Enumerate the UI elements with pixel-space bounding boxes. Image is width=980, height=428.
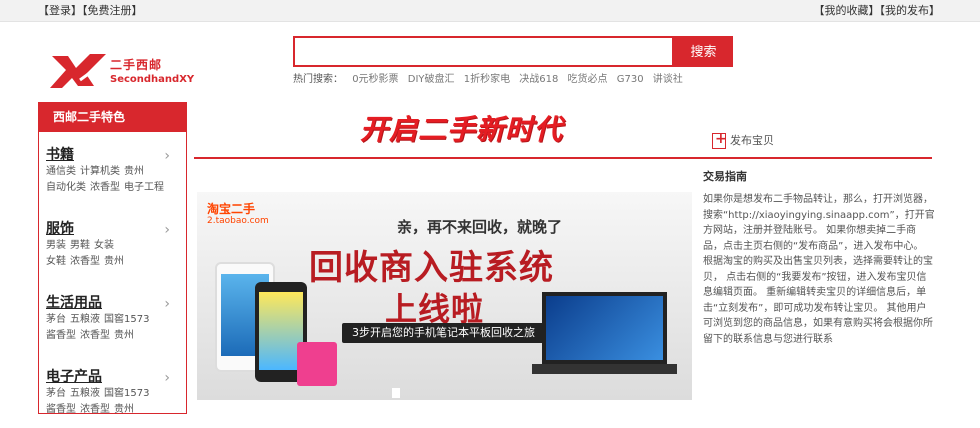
chevron-right-icon[interactable]: › xyxy=(164,370,170,386)
slogan: 开启二手新时代 xyxy=(360,113,564,146)
register-link[interactable]: 【免费注册】 xyxy=(82,4,143,17)
search-button[interactable]: 搜索 xyxy=(674,36,733,67)
category-books[interactable]: 书籍 › 通信类 计算机类 贵州 自动化类 浓香型 电子工程 xyxy=(39,132,186,206)
subcategory-link[interactable]: 浓香型 xyxy=(70,256,100,267)
subcategory-link[interactable]: 女鞋 xyxy=(46,256,66,267)
hot-keyword[interactable]: 讲谈社 xyxy=(653,74,683,85)
category-daily-goods[interactable]: 生活用品 › 茅台 五粮液 国窖1573 酱香型 浓香型 贵州 xyxy=(39,280,186,354)
logo-mark-icon xyxy=(50,54,106,88)
banner-brand: 淘宝二手 xyxy=(207,202,256,216)
subcategory-link[interactable]: 国窖1573 xyxy=(104,388,149,399)
subcategory-link[interactable]: 通信类 xyxy=(46,166,76,177)
category-electronics[interactable]: 电子产品 › 茅台 五粮液 国窖1573 酱香型 浓香型 贵州 xyxy=(39,354,186,428)
subcategory-link[interactable]: 男装 xyxy=(46,240,66,251)
hot-search-label: 热门搜索： xyxy=(293,74,343,85)
subcategory-link[interactable]: 贵州 xyxy=(114,330,134,341)
subcategory-link[interactable]: 自动化类 xyxy=(46,182,86,193)
hot-search: 热门搜索： 0元秒影票 DIY破盘汇 1折秒家电 决战618 吃货必点 G730… xyxy=(293,70,683,85)
subcategory-link[interactable]: 五粮液 xyxy=(70,314,100,325)
subcategory-link[interactable]: 贵州 xyxy=(124,166,144,177)
subcategory-link[interactable]: 电子工程 xyxy=(124,182,164,193)
subcategory-link[interactable]: 酱香型 xyxy=(46,404,76,415)
subcategory-link[interactable]: 酱香型 xyxy=(46,330,76,341)
subcategory-link[interactable]: 计算机类 xyxy=(80,166,120,177)
login-link[interactable]: 【登录】 xyxy=(38,4,82,17)
powerbank-image xyxy=(297,342,337,386)
category-clothing[interactable]: 服饰 › 男装 男鞋 女装 女鞋 浓香型 贵州 xyxy=(39,206,186,280)
banner-headline: 回收商入驻系统 xyxy=(309,248,554,288)
add-document-icon xyxy=(712,131,727,149)
subcategory-link[interactable]: 国窖1573 xyxy=(104,314,149,325)
hot-keyword[interactable]: 0元秒影票 xyxy=(352,74,398,85)
chevron-right-icon[interactable]: › xyxy=(164,148,170,164)
guide-text: 如果你是想发布二手物品转让，那么，打开浏览器，搜索“http://xiaoyin… xyxy=(703,194,935,345)
subcategory-link[interactable]: 浓香型 xyxy=(80,404,110,415)
subcategory-link[interactable]: 茅台 xyxy=(46,314,66,325)
publish-label: 发布宝贝 xyxy=(730,134,774,147)
hot-keyword[interactable]: 决战618 xyxy=(519,74,558,85)
logo-cn-text: 二手西邮 xyxy=(110,58,163,72)
divider xyxy=(194,157,932,159)
publish-button[interactable]: 发布宝贝 xyxy=(712,131,774,149)
carousel-indicator[interactable] xyxy=(392,388,400,398)
site-logo[interactable]: 二手西邮 SecondhandXY xyxy=(50,50,194,94)
logo-en-text: SecondhandXY xyxy=(110,74,195,85)
promo-banner[interactable]: 淘宝二手 2.taobao.com 亲，再不来回收，就晚了 回收商入驻系统 上线… xyxy=(197,192,692,400)
subcategory-link[interactable]: 贵州 xyxy=(114,404,134,415)
hot-keyword[interactable]: DIY破盘汇 xyxy=(408,74,455,85)
my-posts-link[interactable]: 【我的发布】 xyxy=(880,4,941,17)
top-bar: 【登录】【免费注册】 【我的收藏】【我的发布】 xyxy=(0,0,980,22)
laptop-base-image xyxy=(532,364,677,374)
subcategory-link[interactable]: 女装 xyxy=(94,240,114,251)
guide-title: 交易指南 xyxy=(703,170,747,183)
chevron-right-icon[interactable]: › xyxy=(164,296,170,312)
hot-keyword[interactable]: 吃货必点 xyxy=(568,74,608,85)
sidebar-header: 西邮二手特色 xyxy=(39,102,186,132)
subcategory-link[interactable]: 茅台 xyxy=(46,388,66,399)
banner-tagline: 亲，再不来回收，就晚了 xyxy=(397,218,563,236)
category-sidebar: 西邮二手特色 书籍 › 通信类 计算机类 贵州 自动化类 浓香型 电子工程 服饰 › 男… xyxy=(38,102,187,415)
chevron-right-icon[interactable]: › xyxy=(164,222,170,238)
subcategory-link[interactable]: 五粮液 xyxy=(70,388,100,399)
hot-keyword[interactable]: 1折秒家电 xyxy=(464,74,510,85)
laptop-image xyxy=(542,292,667,364)
subcategory-link[interactable]: 浓香型 xyxy=(80,330,110,341)
subcategory-link[interactable]: 贵州 xyxy=(104,256,124,267)
subcategory-link[interactable]: 男鞋 xyxy=(70,240,90,251)
banner-pill: 3步开启您的手机笔记本平板回收之旅 xyxy=(342,323,545,343)
search-input[interactable] xyxy=(293,36,674,67)
hot-keyword[interactable]: G730 xyxy=(617,74,644,85)
subcategory-link[interactable]: 浓香型 xyxy=(90,182,120,193)
banner-brand-sub: 2.taobao.com xyxy=(207,216,269,226)
favorites-link[interactable]: 【我的收藏】 xyxy=(814,4,880,17)
